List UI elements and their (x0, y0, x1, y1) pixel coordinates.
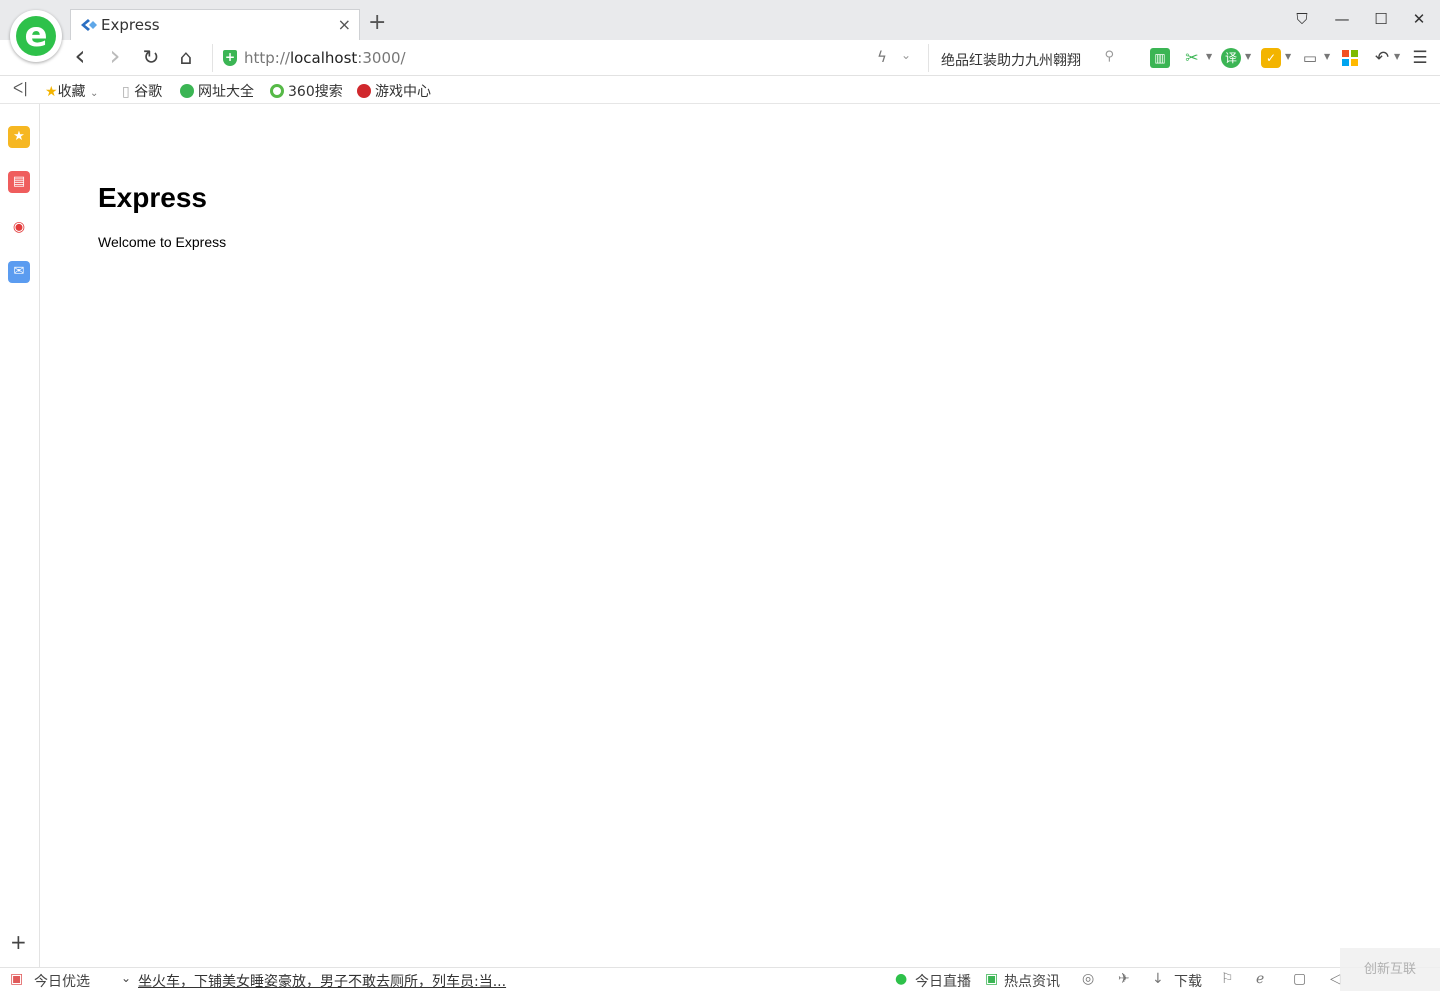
play-circle-icon[interactable]: ● (895, 971, 907, 987)
bookmark-label: 360搜索 (288, 84, 343, 100)
shield-guard-icon[interactable]: ✓ (1261, 48, 1281, 68)
search-box[interactable]: 绝品红装助力九州翱翔 ⚲ (928, 44, 1128, 72)
lightning-icon[interactable]: ϟ (877, 48, 887, 66)
live-today-link[interactable]: 今日直播 (915, 971, 971, 991)
hot-news-link[interactable]: 热点资讯 (1004, 971, 1060, 991)
watermark-logo: 创新互联 (1340, 948, 1440, 991)
sidebar-reader-icon[interactable]: ▤ (8, 171, 30, 193)
url-host: localhost (289, 49, 358, 67)
bookmark-360-search[interactable]: 360搜索 (270, 81, 343, 101)
star-icon: ★ (45, 84, 58, 100)
close-window-button[interactable]: ✕ (1409, 10, 1429, 28)
chevron-down-icon[interactable]: ▼ (1324, 52, 1330, 61)
sidebar-favorites-star-icon[interactable]: ★ (8, 126, 30, 148)
express-favicon-icon (81, 19, 97, 31)
bookmark-label: 收藏 (57, 84, 86, 100)
url-text[interactable]: http://localhost:3000/ (244, 49, 406, 67)
search-ring-icon (270, 84, 284, 98)
chevron-down-icon[interactable]: ⌄ (901, 48, 911, 62)
chevron-down-icon[interactable]: ⌄ (121, 971, 131, 985)
maximize-button[interactable]: ☐ (1371, 10, 1391, 28)
news-icon[interactable]: ▣ (985, 971, 998, 987)
page-viewport: Express Welcome to Express (41, 104, 1440, 967)
pin-icon[interactable]: ✈ (1118, 971, 1130, 987)
skin-icon[interactable]: ⛉ (1292, 10, 1312, 28)
tab-express[interactable]: Express × (70, 9, 360, 40)
title-bar: Express × + ⛉ — ☐ ✕ (0, 0, 1440, 40)
minimize-button[interactable]: — (1332, 10, 1352, 28)
image-icon[interactable]: ▭ (1300, 48, 1320, 68)
chevron-down-icon[interactable]: ▼ (1285, 52, 1291, 61)
forward-button[interactable]: › (103, 42, 127, 70)
navigation-bar: ‹ › ↻ ⌂ + http://localhost:3000/ ϟ ⌄ 绝品红… (0, 40, 1440, 76)
bookmark-hao360[interactable]: 网址大全 (180, 81, 254, 101)
bookmark-label: 网址大全 (198, 84, 254, 100)
sidebar-mail-icon[interactable]: ✉ (8, 261, 30, 283)
chevron-down-icon[interactable]: ▼ (1245, 52, 1251, 61)
tab-title: Express (101, 16, 160, 34)
back-button[interactable]: ‹ (68, 42, 92, 70)
home-button[interactable]: ⌂ (174, 46, 198, 70)
page-title: Express (98, 182, 207, 213)
new-tab-button[interactable]: + (368, 11, 386, 35)
url-port-path: :3000/ (357, 49, 406, 67)
search-suggestion[interactable]: 绝品红装助力九州翱翔 (941, 50, 1081, 70)
url-scheme: http:// (244, 49, 290, 67)
download-link[interactable]: 下载 (1174, 971, 1202, 991)
document-icon: ▯ (122, 84, 130, 100)
page-welcome-text: Welcome to Express (98, 234, 227, 250)
window-icon[interactable]: ▢ (1293, 971, 1306, 987)
search-icon[interactable]: ⚲ (1104, 49, 1114, 64)
news-ticker-link[interactable]: 坐火车，下铺美女睡姿豪放，男子不敢去厕所，列车员:当... (138, 971, 506, 991)
menu-icon[interactable]: ☰ (1410, 48, 1430, 68)
bookmark-favorites[interactable]: ★收藏 ⌄ (45, 81, 98, 101)
undo-icon[interactable]: ↶ (1372, 48, 1392, 68)
apps-grid-icon[interactable] (1340, 48, 1360, 68)
download-icon[interactable]: ↓ (1152, 971, 1164, 987)
bookmark-game-center[interactable]: 游戏中心 (357, 81, 431, 101)
sidebar-weibo-icon[interactable]: ◉ (8, 216, 30, 238)
flag-icon[interactable]: ⚐ (1221, 971, 1234, 987)
logo-letter: e (16, 16, 56, 56)
chevron-down-icon[interactable]: ▼ (1206, 52, 1212, 61)
sidebar-add-button[interactable]: + (10, 932, 27, 952)
secure-shield-icon: + (223, 50, 237, 66)
chevron-down-icon[interactable]: ▼ (1394, 52, 1400, 61)
bookmark-label: 游戏中心 (375, 84, 431, 100)
daily-picks-link[interactable]: 今日优选 (34, 971, 90, 991)
bookmark-google[interactable]: ▯ 谷歌 (122, 81, 162, 101)
plus-circle-icon (180, 84, 194, 98)
chevron-down-icon: ⌄ (90, 88, 99, 99)
bookmarks-bar: ᐸ| ★收藏 ⌄ ▯ 谷歌 网址大全 360搜索 游戏中心 (0, 76, 1440, 104)
reload-button[interactable]: ↻ (139, 46, 163, 70)
speed-icon[interactable]: ◎ (1082, 971, 1094, 987)
tab-close-icon[interactable]: × (338, 15, 351, 34)
game-icon (357, 84, 371, 98)
translate-icon[interactable]: 译 (1221, 48, 1241, 68)
sidebar-toggle-icon[interactable]: ᐸ| (13, 81, 28, 97)
gift-icon[interactable]: ▣ (10, 971, 23, 987)
ie-icon[interactable]: ℯ (1256, 971, 1264, 987)
scissors-icon[interactable]: ✂ (1182, 48, 1202, 68)
address-bar[interactable]: + http://localhost:3000/ ϟ ⌄ (212, 44, 918, 72)
bookmark-label: 谷歌 (134, 84, 163, 100)
left-sidebar: ★ ▤ ◉ ✉ + (0, 104, 40, 967)
browser-logo[interactable]: e (10, 10, 62, 62)
status-bar: ▣ 今日优选 ⌄ 坐火车，下铺美女睡姿豪放，男子不敢去厕所，列车员:当... ●… (0, 967, 1440, 991)
reader-mode-icon[interactable]: ▥ (1150, 48, 1170, 68)
